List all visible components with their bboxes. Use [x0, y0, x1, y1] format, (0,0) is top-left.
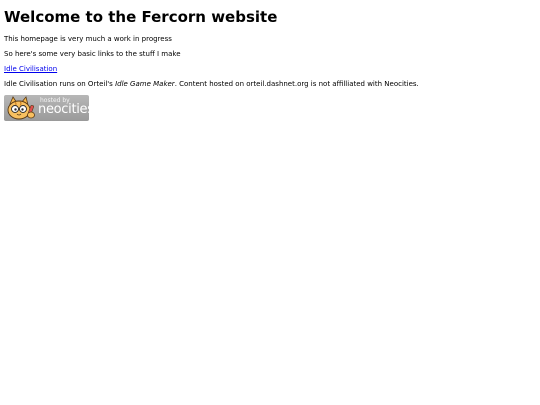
page-title: Welcome to the Fercorn website	[4, 8, 278, 26]
neocities-cat-icon	[7, 96, 35, 120]
credits-before: Idle Civilisation runs on Orteil's	[4, 80, 116, 88]
links-intro-text: So here's some very basic links to the s…	[4, 50, 181, 58]
link-idle-civilisation[interactable]: Idle Civilisation	[4, 65, 57, 73]
credits-text: Idle Civilisation runs on Orteil's Idle …	[4, 80, 540, 89]
links-list: Idle Civilisation	[4, 65, 540, 74]
credits-italic: Idle Game Maker	[115, 80, 175, 88]
badge-brand-text: neocities	[38, 102, 89, 117]
page-content: Welcome to the Fercorn website This home…	[0, 0, 540, 121]
neocities-badge[interactable]: hosted by neocities	[4, 95, 89, 121]
credits-after: . Content hosted on orteil.dashnet.org i…	[174, 80, 419, 88]
intro-text: This homepage is very much a work in pro…	[4, 35, 172, 43]
